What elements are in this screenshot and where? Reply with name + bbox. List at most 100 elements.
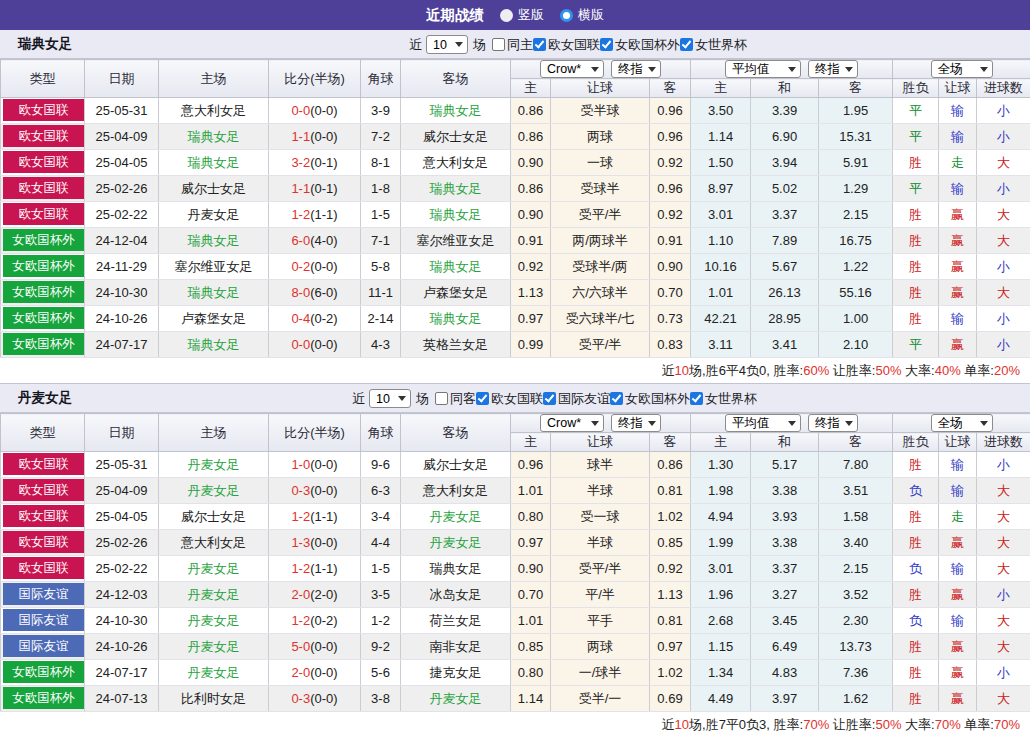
recent-count-select[interactable]: 10	[426, 35, 468, 54]
home-team[interactable]: 瑞典女足	[188, 285, 240, 300]
euro-draw-odds: 4.83	[751, 660, 819, 686]
home-team[interactable]: 威尔士女足	[181, 509, 246, 524]
col-asia-handicap: 让球	[551, 433, 650, 452]
col-type: 类型	[1, 414, 85, 452]
home-team[interactable]: 瑞典女足	[188, 233, 240, 248]
stats-summary: 近10场,胜6平4负0, 胜率:60% 让胜率:50% 大率:40% 单率:20…	[0, 358, 1030, 384]
home-team[interactable]: 意大利女足	[181, 103, 246, 118]
odds-stage-select[interactable]: 终指	[611, 414, 661, 432]
layout-option-horizontal[interactable]: 横版	[560, 6, 604, 24]
bookmaker-select[interactable]: Crow*	[540, 414, 604, 432]
home-team[interactable]: 瑞典女足	[188, 337, 240, 352]
stats-summary: 近10场,胜7平0负3, 胜率:70% 让胜率:50% 大率:70% 单率:70…	[0, 712, 1030, 732]
away-team[interactable]: 英格兰女足	[423, 337, 488, 352]
handicap-line: 受平/半	[551, 556, 650, 582]
home-team[interactable]: 卢森堡女足	[181, 311, 246, 326]
away-team[interactable]: 瑞典女足	[430, 561, 482, 576]
league-badge: 女欧国杯外	[3, 687, 84, 709]
away-team[interactable]: 捷克女足	[430, 665, 482, 680]
away-team[interactable]: 冰岛女足	[430, 587, 482, 602]
period-select[interactable]: 全场	[931, 60, 993, 78]
corner-score: 1-5	[361, 556, 401, 582]
euro-stage-select[interactable]: 终指	[808, 60, 858, 78]
away-team[interactable]: 丹麦女足	[430, 535, 482, 550]
asia-home-odds: 0.86	[511, 176, 551, 202]
league-checkbox[interactable]	[543, 392, 556, 405]
section-header: 瑞典女足近10场同主欧女国联女欧国杯外女世界杯	[0, 30, 1030, 59]
corner-score: 5-8	[361, 254, 401, 280]
match-date: 24-10-30	[85, 280, 159, 306]
away-team[interactable]: 瑞典女足	[430, 311, 482, 326]
score: 5-0(0-0)	[269, 634, 361, 660]
period-select[interactable]: 全场	[931, 414, 993, 432]
home-team[interactable]: 比利时女足	[181, 691, 246, 706]
asia-away-odds: 1.02	[650, 504, 691, 530]
layout-option-vertical[interactable]: 竖版	[500, 6, 544, 24]
score: 3-2(0-1)	[269, 150, 361, 176]
euro-source-select[interactable]: 平均值	[725, 414, 801, 432]
away-team[interactable]: 瑞典女足	[430, 259, 482, 274]
away-team[interactable]: 意大利女足	[423, 483, 488, 498]
away-team[interactable]: 荷兰女足	[430, 613, 482, 628]
home-team[interactable]: 丹麦女足	[188, 561, 240, 576]
home-team[interactable]: 丹麦女足	[188, 483, 240, 498]
away-team[interactable]: 丹麦女足	[430, 691, 482, 706]
bookmaker-select[interactable]: Crow*	[540, 60, 604, 78]
league-checkbox[interactable]	[690, 392, 703, 405]
goals-result: 小	[977, 254, 1030, 280]
home-team[interactable]: 威尔士女足	[181, 181, 246, 196]
radio-icon[interactable]	[500, 9, 513, 22]
away-team[interactable]: 卢森堡女足	[423, 285, 488, 300]
home-team[interactable]: 丹麦女足	[188, 457, 240, 472]
outcome-result: 胜	[893, 634, 939, 660]
home-team[interactable]: 意大利女足	[181, 535, 246, 550]
same-side-checkbox[interactable]	[435, 392, 448, 405]
euro-draw-odds: 3.45	[751, 608, 819, 634]
home-team[interactable]: 丹麦女足	[188, 665, 240, 680]
same-side-checkbox[interactable]	[492, 38, 505, 51]
outcome-result: 胜	[893, 202, 939, 228]
league-checkbox[interactable]	[610, 392, 623, 405]
league-badge: 欧女国联	[3, 151, 84, 173]
league-checkbox[interactable]	[533, 38, 546, 51]
home-team[interactable]: 丹麦女足	[188, 207, 240, 222]
euro-home-odds: 3.11	[691, 332, 751, 358]
away-team[interactable]: 威尔士女足	[423, 129, 488, 144]
away-team[interactable]: 瑞典女足	[430, 103, 482, 118]
euro-source-select[interactable]: 平均值	[725, 60, 801, 78]
score: 1-1(0-1)	[269, 176, 361, 202]
euro-home-odds: 1.10	[691, 228, 751, 254]
away-team[interactable]: 丹麦女足	[430, 509, 482, 524]
corner-score: 3-8	[361, 686, 401, 712]
away-team[interactable]: 威尔士女足	[423, 457, 488, 472]
recent-count-select[interactable]: 10	[369, 389, 411, 408]
away-team[interactable]: 瑞典女足	[430, 207, 482, 222]
away-team[interactable]: 瑞典女足	[430, 181, 482, 196]
odds-stage-select[interactable]: 终指	[611, 60, 661, 78]
league-checkbox[interactable]	[600, 38, 613, 51]
home-team[interactable]: 瑞典女足	[188, 129, 240, 144]
goals-result: 大	[977, 686, 1030, 712]
away-team[interactable]: 意大利女足	[423, 155, 488, 170]
league-badge: 欧女国联	[3, 203, 84, 225]
home-team[interactable]: 丹麦女足	[188, 587, 240, 602]
league-checkbox[interactable]	[476, 392, 489, 405]
radio-icon[interactable]	[560, 9, 573, 22]
asia-home-odds: 0.90	[511, 556, 551, 582]
league-badge: 欧女国联	[3, 557, 84, 579]
league-badge: 女欧国杯外	[3, 307, 84, 329]
euro-away-odds: 7.36	[819, 660, 893, 686]
away-team[interactable]: 南非女足	[430, 639, 482, 654]
asia-away-odds: 0.81	[650, 478, 691, 504]
euro-stage-select[interactable]: 终指	[808, 414, 858, 432]
match-date: 25-05-31	[85, 98, 159, 124]
euro-home-odds: 1.50	[691, 150, 751, 176]
home-team[interactable]: 塞尔维亚女足	[175, 259, 253, 274]
league-checkbox-label: 女世界杯	[695, 36, 747, 54]
away-team[interactable]: 塞尔维亚女足	[417, 233, 495, 248]
home-team[interactable]: 丹麦女足	[188, 639, 240, 654]
home-team[interactable]: 丹麦女足	[188, 613, 240, 628]
league-checkbox[interactable]	[680, 38, 693, 51]
home-team[interactable]: 瑞典女足	[188, 155, 240, 170]
league-badge: 国际友谊	[3, 609, 84, 631]
